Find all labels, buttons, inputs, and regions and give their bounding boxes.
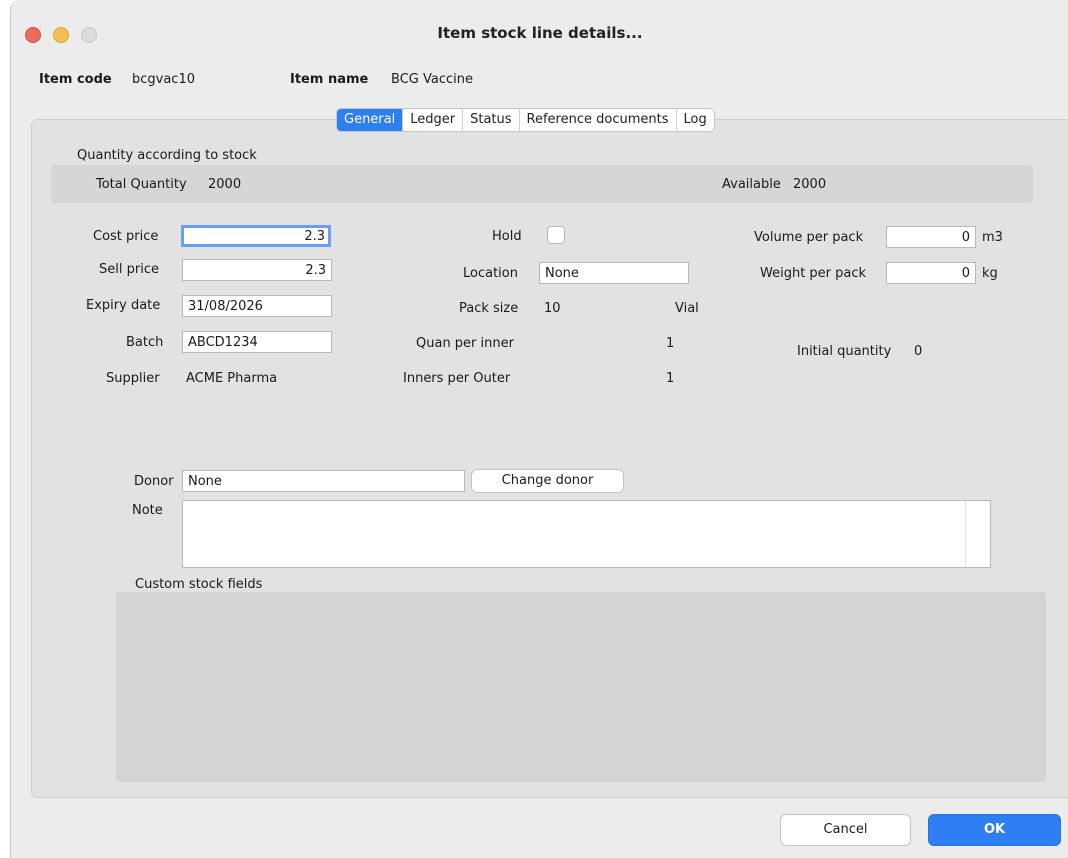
donor-input[interactable] bbox=[182, 470, 465, 492]
donor-label: Donor bbox=[134, 474, 174, 489]
ok-button[interactable]: OK bbox=[928, 814, 1061, 846]
inners-per-outer-value: 1 bbox=[666, 371, 675, 386]
quan-per-inner-value: 1 bbox=[666, 336, 675, 351]
initial-quantity-value: 0 bbox=[914, 344, 923, 359]
volume-per-pack-input[interactable] bbox=[886, 226, 976, 248]
initial-quantity-label: Initial quantity bbox=[797, 344, 892, 359]
expiry-date-label: Expiry date bbox=[86, 298, 161, 313]
tab-status[interactable]: Status bbox=[463, 109, 520, 131]
batch-label: Batch bbox=[126, 335, 164, 350]
pack-size-value: 10 bbox=[544, 301, 561, 316]
location-input[interactable] bbox=[539, 262, 689, 284]
item-code-value: bcgvac10 bbox=[132, 72, 196, 87]
supplier-label: Supplier bbox=[106, 371, 160, 386]
item-code-label: Item code bbox=[39, 72, 112, 87]
change-donor-button[interactable]: Change donor bbox=[471, 469, 624, 493]
tab-reference-documents[interactable]: Reference documents bbox=[520, 109, 677, 131]
total-quantity-label: Total Quantity bbox=[96, 177, 187, 192]
weight-per-pack-input[interactable] bbox=[886, 262, 976, 284]
pack-size-label: Pack size bbox=[459, 301, 519, 316]
volume-per-pack-label: Volume per pack bbox=[754, 230, 864, 245]
batch-input[interactable] bbox=[182, 331, 332, 353]
inners-per-outer-label: Inners per Outer bbox=[403, 371, 511, 386]
sell-price-input[interactable] bbox=[182, 259, 332, 281]
cost-price-label: Cost price bbox=[93, 229, 159, 244]
custom-stock-fields-panel bbox=[116, 592, 1046, 782]
dialog-window: Item stock line details... Item code bcg… bbox=[10, 0, 1068, 858]
quan-per-inner-label: Quan per inner bbox=[416, 336, 514, 351]
custom-stock-fields-label: Custom stock fields bbox=[135, 577, 263, 592]
pack-size-unit: Vial bbox=[675, 301, 699, 316]
available-label: Available bbox=[722, 177, 781, 192]
title-bar[interactable]: Item stock line details... bbox=[11, 0, 1068, 62]
hold-checkbox[interactable] bbox=[547, 226, 565, 244]
supplier-value: ACME Pharma bbox=[186, 371, 278, 386]
quantity-bar bbox=[51, 165, 1033, 203]
cancel-button[interactable]: Cancel bbox=[780, 814, 911, 846]
item-name-label: Item name bbox=[290, 72, 369, 87]
sell-price-label: Sell price bbox=[99, 262, 159, 277]
item-name-value: BCG Vaccine bbox=[391, 72, 473, 87]
volume-per-pack-unit: m3 bbox=[982, 230, 1003, 245]
note-scrollbar[interactable] bbox=[965, 501, 990, 567]
note-label: Note bbox=[132, 503, 163, 518]
weight-per-pack-unit: kg bbox=[982, 266, 998, 281]
tab-general[interactable]: General bbox=[337, 109, 404, 131]
weight-per-pack-label: Weight per pack bbox=[760, 266, 867, 281]
available-value: 2000 bbox=[793, 177, 827, 192]
tab-log[interactable]: Log bbox=[677, 109, 714, 131]
total-quantity-value: 2000 bbox=[208, 177, 242, 192]
hold-label: Hold bbox=[492, 229, 522, 244]
cost-price-input[interactable] bbox=[181, 225, 331, 247]
note-textarea[interactable] bbox=[182, 500, 991, 568]
window-title: Item stock line details... bbox=[437, 24, 643, 42]
tab-ledger[interactable]: Ledger bbox=[403, 109, 464, 131]
expiry-date-input[interactable] bbox=[182, 295, 332, 317]
location-label: Location bbox=[463, 266, 518, 281]
quantity-section-label: Quantity according to stock bbox=[77, 148, 257, 163]
tab-bar: General Ledger Status Reference document… bbox=[336, 108, 715, 132]
